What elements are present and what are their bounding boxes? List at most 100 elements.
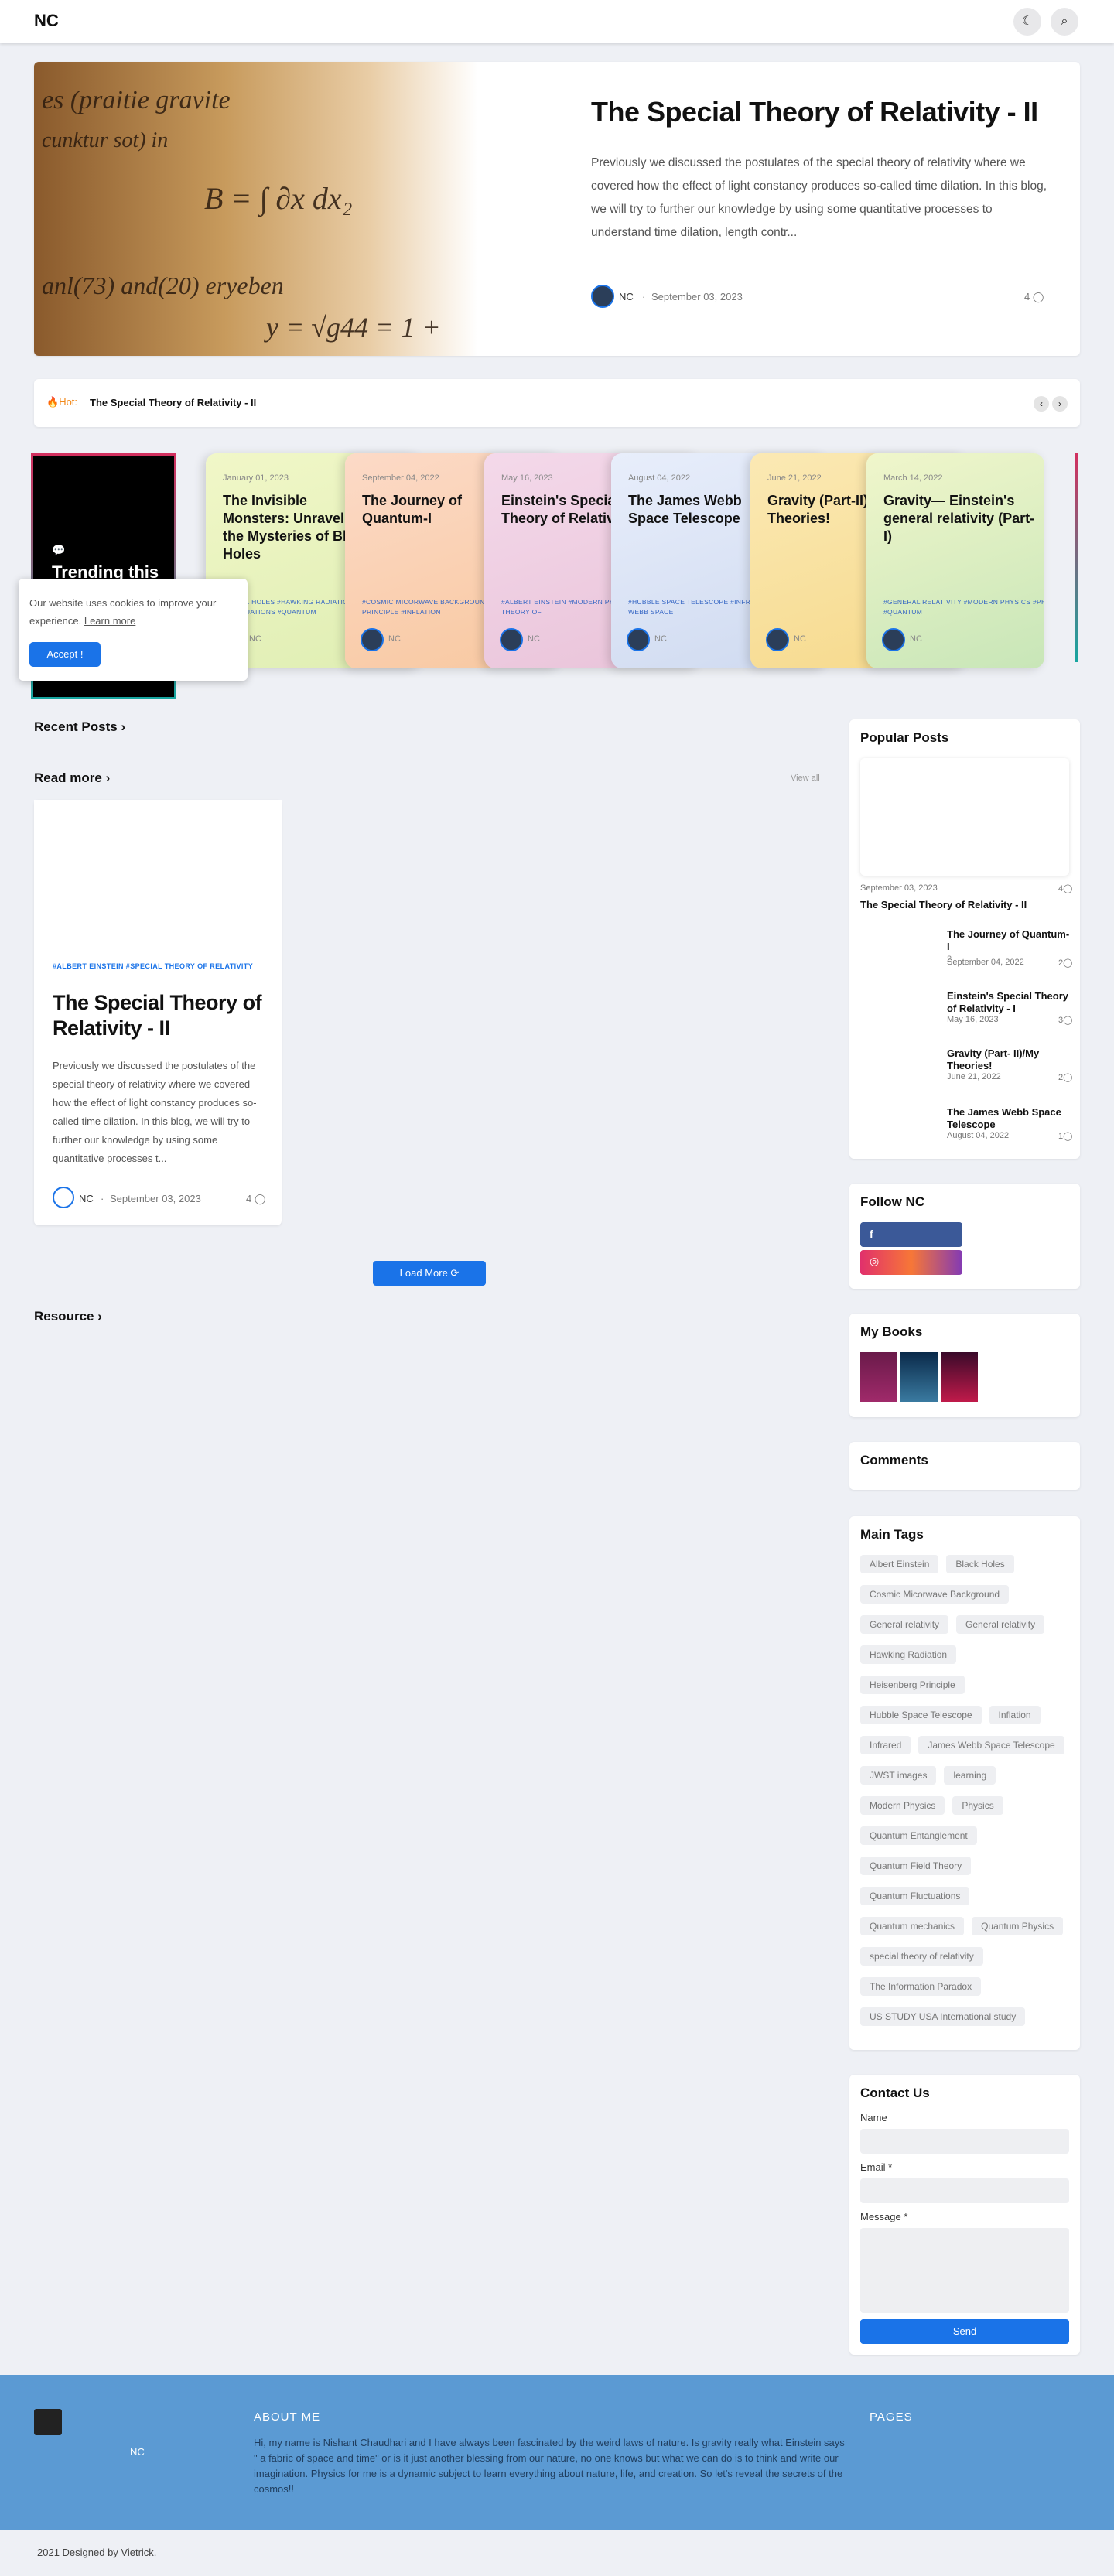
post-tags[interactable]: #ALBERT EINSTEIN #SPECIAL THEORY OF RELA… (53, 959, 254, 974)
site-header: NC ☾ ⌕ (0, 0, 1114, 43)
tag-chip[interactable]: Hubble Space Telescope (860, 1706, 982, 1724)
ticker-prev-button[interactable]: ‹ (1034, 396, 1049, 412)
post-author[interactable]: NC (79, 1193, 94, 1204)
view-all-link[interactable]: View all (791, 774, 820, 783)
hero-author[interactable]: NC (619, 291, 634, 302)
message-field[interactable] (860, 2228, 1069, 2313)
hot-label: 🔥Hot: (46, 396, 78, 408)
message-label: Message * (860, 2211, 908, 2222)
main-tags-heading: Main Tags (860, 1527, 924, 1542)
svg-text:anl(73) and(20) eryeben: anl(73) and(20) eryeben (42, 272, 284, 299)
popular-item[interactable]: Gravity (Part- II)/My Theories! (947, 1047, 1071, 1072)
card-author[interactable]: NC (528, 634, 540, 644)
hero-excerpt: Previously we discussed the postulates o… (591, 156, 1047, 239)
tag-chip[interactable]: US STUDY USA International study (860, 2007, 1026, 2026)
card-author[interactable]: NC (388, 634, 401, 644)
resource-heading[interactable]: Resource › (34, 1309, 102, 1324)
post-thumbnail[interactable] (34, 800, 282, 947)
site-logo[interactable]: NC (34, 11, 59, 31)
card-date: August 04, 2022 (628, 473, 691, 483)
card-title[interactable]: Gravity— Einstein's general relativity (… (883, 492, 1038, 545)
follow-widget: Follow NC f ◎ (849, 1184, 1080, 1289)
popular-item-date: September 04, 2022 (947, 958, 1024, 967)
read-more-heading[interactable]: Read more › (34, 770, 110, 786)
popular-item-comments: 2◯ (1058, 958, 1073, 968)
tag-chip[interactable]: The Information Paradox (860, 1977, 982, 1996)
svg-text:cunktur sot) in: cunktur sot) in (42, 128, 168, 152)
card-tags[interactable]: #GENERAL RELATIVITY #MODERN PHYSICS #PHY… (883, 597, 1044, 617)
learn-more-link[interactable]: Learn more (84, 615, 135, 627)
card-author[interactable]: NC (249, 634, 261, 644)
card-author[interactable]: NC (910, 634, 922, 644)
author-avatar[interactable] (53, 1187, 74, 1208)
author-avatar[interactable] (500, 628, 523, 651)
popular-item[interactable]: Einstein's Special Theory of Relativity … (947, 990, 1071, 1015)
popular-top-date: September 03, 2023 (860, 883, 938, 893)
send-button[interactable]: Send (860, 2319, 1069, 2344)
author-avatar[interactable] (361, 628, 384, 651)
search-icon: ⌕ (1061, 15, 1068, 28)
popular-posts-heading: Popular Posts (860, 730, 949, 745)
tag-chip[interactable]: Physics (952, 1796, 1003, 1815)
popular-posts-widget: Popular Posts September 03, 2023 4◯ The … (849, 719, 1080, 1159)
dark-mode-toggle[interactable]: ☾ (1013, 8, 1041, 36)
tag-chip[interactable]: Quantum Entanglement (860, 1826, 977, 1845)
card-author[interactable]: NC (794, 634, 806, 644)
post-title[interactable]: The Special Theory of Relativity - II (53, 990, 269, 1041)
name-field[interactable] (860, 2129, 1069, 2154)
contact-widget: Contact Us Name Email * Message * Send (849, 2075, 1080, 2355)
trending-card[interactable]: March 14, 2022 Gravity— Einstein's genera… (866, 453, 1044, 668)
author-avatar[interactable] (766, 628, 789, 651)
tag-chip[interactable]: Quantum mechanics (860, 1917, 965, 1935)
ticker-next-button[interactable]: › (1052, 396, 1068, 412)
search-button[interactable]: ⌕ (1051, 8, 1078, 36)
hero-image[interactable]: es (praitie gravite cunktur sot) in B = … (34, 62, 576, 356)
book-cover[interactable] (860, 1352, 897, 1402)
popular-top-comments: 4◯ (1058, 884, 1073, 893)
book-cover[interactable] (900, 1352, 938, 1402)
tag-chip[interactable]: James Webb Space Telescope (918, 1736, 1064, 1754)
hot-ticker: 🔥Hot: The Special Theory of Relativity -… (34, 379, 1080, 427)
popular-top-title[interactable]: The Special Theory of Relativity - II (860, 899, 1027, 910)
author-avatar[interactable] (882, 628, 905, 651)
recent-posts-heading[interactable]: Recent Posts › (34, 719, 125, 735)
name-label: Name (860, 2112, 887, 2123)
tag-chip[interactable]: Heisenberg Principle (860, 1676, 965, 1694)
hero-title[interactable]: The Special Theory of Relativity - II (591, 96, 1055, 128)
tag-chip[interactable]: Infrared (860, 1736, 911, 1754)
facebook-button[interactable]: f (860, 1222, 962, 1247)
tag-chip[interactable]: General relativity (860, 1615, 949, 1634)
footer-logo[interactable] (34, 2409, 62, 2435)
post-card[interactable]: #ALBERT EINSTEIN #SPECIAL THEORY OF RELA… (34, 800, 282, 1225)
tag-chip[interactable]: special theory of relativity (860, 1947, 983, 1966)
tag-chip[interactable]: Quantum Fluctuations (860, 1887, 970, 1905)
contact-heading: Contact Us (860, 2086, 930, 2100)
author-avatar[interactable] (627, 628, 650, 651)
author-avatar[interactable] (591, 285, 614, 308)
tag-chip[interactable]: Quantum Physics (972, 1917, 1064, 1935)
tag-chip[interactable]: Hawking Radiation (860, 1645, 957, 1664)
tag-chip[interactable]: Modern Physics (860, 1796, 945, 1815)
tag-chip[interactable]: learning (944, 1766, 996, 1785)
footer-bottom: 2021 Designed by Vietrick. (0, 2530, 1114, 2576)
tag-chip[interactable]: Cosmic Micorwave Background (860, 1585, 1010, 1604)
book-cover[interactable] (941, 1352, 978, 1402)
popular-item-date: August 04, 2022 (947, 1131, 1010, 1140)
chevron-right-icon: › (121, 719, 126, 734)
tag-chip[interactable]: General relativity (956, 1615, 1045, 1634)
tag-chip[interactable]: Black Holes (946, 1555, 1014, 1573)
tag-chip[interactable]: Quantum Field Theory (860, 1857, 972, 1875)
popular-top-thumbnail[interactable] (860, 758, 1069, 876)
tag-chip[interactable]: Inflation (989, 1706, 1041, 1724)
popular-item[interactable]: The James Webb Space Telescope (947, 1106, 1071, 1131)
email-field[interactable] (860, 2178, 1069, 2203)
load-more-button[interactable]: Load More ⟳ (373, 1261, 486, 1286)
tag-chip[interactable]: JWST images (860, 1766, 937, 1785)
tag-chip[interactable]: Albert Einstein (860, 1555, 939, 1573)
footer-name: NC (130, 2446, 145, 2458)
card-author[interactable]: NC (654, 634, 667, 644)
accept-cookies-button[interactable]: Accept ! (29, 642, 101, 667)
instagram-button[interactable]: ◎ (860, 1250, 962, 1275)
ticker-headline[interactable]: The Special Theory of Relativity - II (90, 397, 256, 408)
chevron-right-icon: › (105, 770, 111, 785)
